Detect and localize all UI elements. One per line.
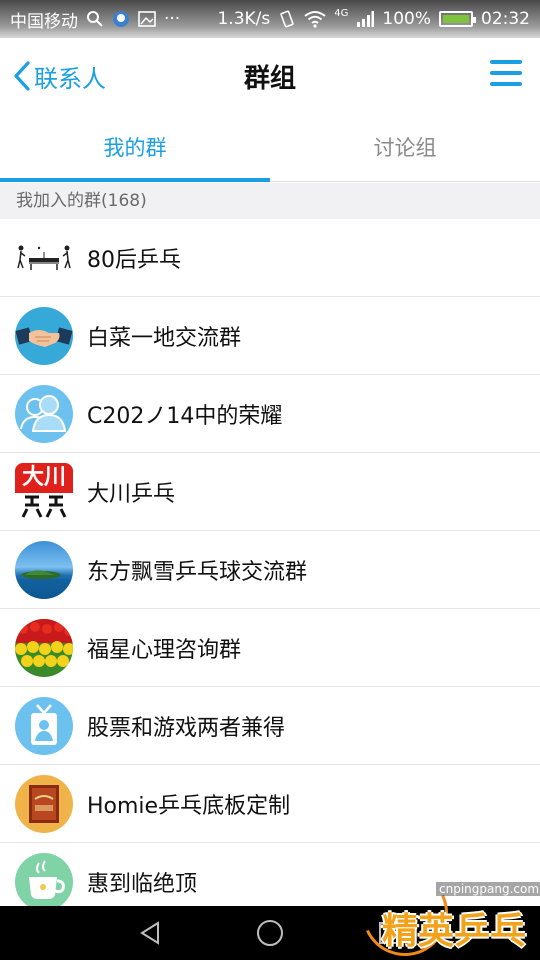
clock: 02:32	[481, 9, 530, 29]
hamburger-icon-bar	[490, 71, 522, 75]
triangle-back-icon	[140, 921, 159, 945]
signal-icon	[357, 11, 375, 27]
carrier-label: 中国移动	[10, 11, 78, 32]
group-item[interactable]: 福星心理咨询群	[0, 609, 540, 687]
tab-bar: 我的群 讨论组	[0, 114, 540, 182]
nav-recents-button[interactable]	[370, 913, 410, 953]
group-name: 80后乒乓	[87, 247, 181, 273]
handshake-icon	[15, 306, 73, 365]
group-name: 大川乒乓	[87, 481, 176, 507]
group-name: 白菜一地交流群	[87, 325, 242, 351]
group-item[interactable]: 80后乒乓	[0, 219, 540, 297]
group-item[interactable]: Homie乒乓底板定制	[0, 765, 540, 843]
group-item[interactable]: 东方飘雪乒乓球交流群	[0, 531, 540, 609]
island-sea-photo	[15, 540, 73, 599]
blade-product-photo	[15, 774, 73, 833]
network-type: 4G	[334, 7, 349, 19]
vibrate-icon	[280, 10, 294, 28]
group-item[interactable]: 股票和游戏两者兼得	[0, 687, 540, 765]
app-notification-icon	[113, 11, 129, 27]
red-text-logo: 大川	[15, 462, 73, 521]
back-button[interactable]: 联系人	[12, 58, 106, 94]
system-nav-bar	[0, 906, 540, 960]
group-item[interactable]: C202ノ14中的荣耀	[0, 375, 540, 453]
battery-percent: 100%	[382, 9, 431, 29]
square-recents-icon	[379, 922, 401, 944]
hamburger-icon	[490, 60, 522, 64]
group-name: Homie乒乓底板定制	[87, 793, 291, 819]
group-item[interactable]: 白菜一地交流群	[0, 297, 540, 375]
status-bar: 中国移动 ··· 1.3K/s 4G 100% 02:32	[0, 0, 540, 38]
group-name: 股票和游戏两者兼得	[87, 715, 286, 741]
default-group-icon	[15, 384, 73, 443]
group-name: 东方飘雪乒乓球交流群	[87, 559, 308, 585]
app-header: 联系人 群组	[0, 38, 540, 114]
logo-top-text: 大川	[15, 462, 73, 493]
group-name: 惠到临绝顶	[87, 871, 198, 897]
network-speed: 1.3K/s	[217, 9, 271, 29]
group-name: C202ノ14中的荣耀	[87, 403, 283, 429]
menu-button[interactable]	[490, 60, 522, 90]
back-label: 联系人	[34, 64, 106, 93]
battery-icon	[439, 11, 476, 27]
wifi-icon	[304, 11, 326, 28]
group-item[interactable]: 大川 大川乒乓	[0, 453, 540, 531]
nav-home-button[interactable]	[250, 913, 290, 953]
image-icon	[138, 11, 156, 27]
group-name: 福星心理咨询群	[87, 637, 242, 663]
section-header: 我加入的群(168)	[0, 183, 540, 219]
table-tennis-players-icon	[15, 228, 73, 287]
tulip-field-photo	[15, 618, 73, 677]
group-list: 80后乒乓 白菜一地交流群 C202ノ14中的荣耀 大川 大川乒乓 东方飘雪乒乓…	[0, 219, 540, 921]
hamburger-icon-bar	[490, 82, 522, 86]
coffee-cup-icon	[15, 852, 73, 911]
id-badge-icon	[15, 696, 73, 755]
chevron-left-icon	[14, 61, 30, 91]
more-notifications-icon: ···	[164, 9, 181, 29]
nav-back-button[interactable]	[130, 913, 170, 953]
circle-home-icon	[257, 920, 283, 946]
tab-discussion-groups[interactable]: 讨论组	[270, 114, 540, 181]
search-icon	[87, 11, 103, 27]
tab-my-groups[interactable]: 我的群	[0, 114, 270, 182]
